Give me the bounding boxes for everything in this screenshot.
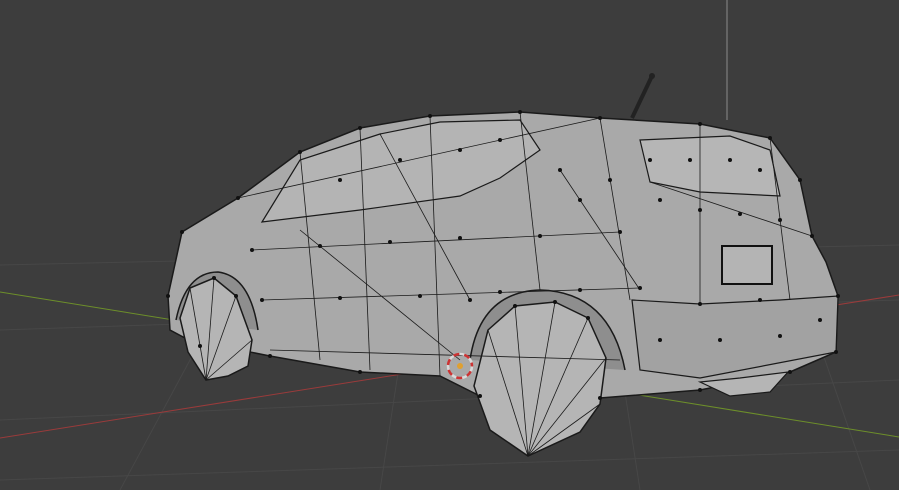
- antenna-tip: [649, 73, 655, 79]
- 3d-viewport[interactable]: [0, 0, 899, 490]
- license-plate: [721, 245, 773, 285]
